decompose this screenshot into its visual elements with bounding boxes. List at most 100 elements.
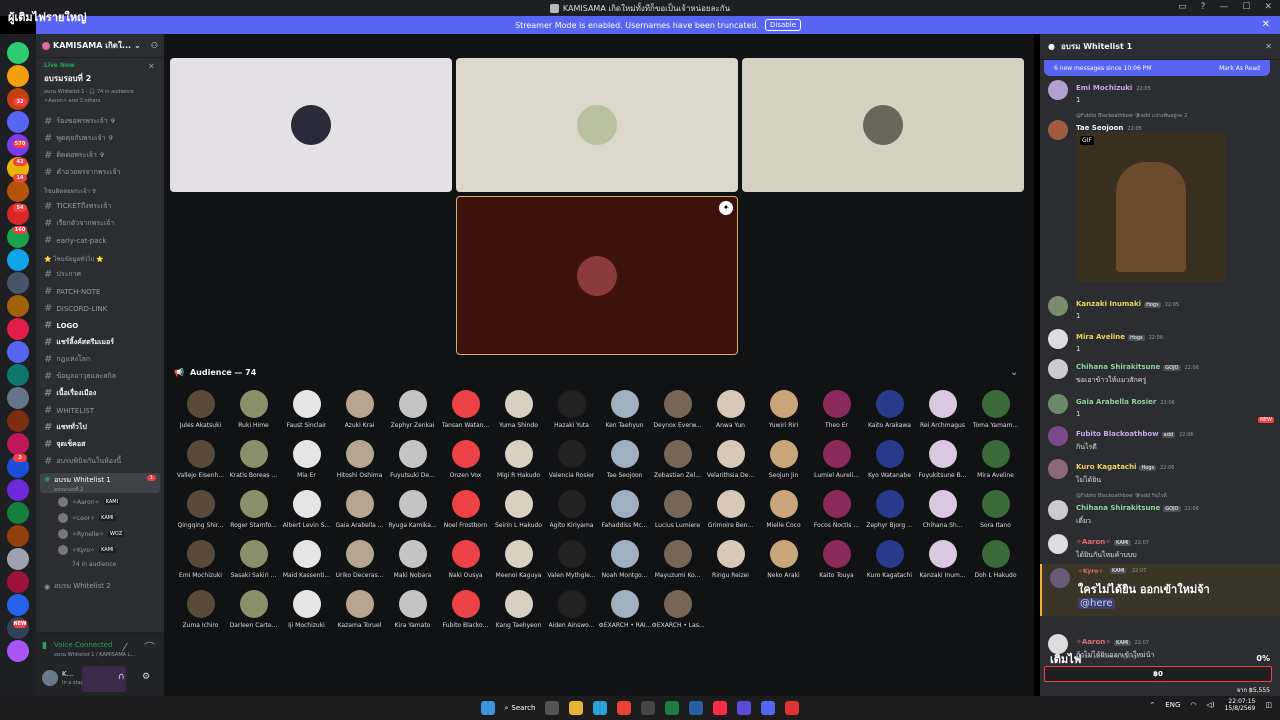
speaker-tile[interactable] xyxy=(170,58,452,192)
channel-item[interactable]: # early-cat-pack xyxy=(40,233,160,248)
audience-member[interactable]: Yuwiri Riri xyxy=(757,390,810,429)
audience-member[interactable]: Emi Mochizuki xyxy=(174,540,227,579)
close-button[interactable]: ✕ xyxy=(1264,2,1272,12)
audience-member[interactable]: Chihana Sh... xyxy=(916,490,969,529)
audience-member[interactable]: Darleen Carte... xyxy=(227,590,280,629)
audience-member[interactable]: Rei Archmagus xyxy=(916,390,969,429)
audience-member[interactable]: Fuyukitsune B... xyxy=(916,440,969,479)
gear-icon[interactable]: ⚙ xyxy=(142,672,150,682)
audience-member[interactable]: Aiden Ainswo... xyxy=(545,590,598,629)
avatar[interactable] xyxy=(1048,80,1068,100)
server-icon[interactable] xyxy=(7,295,29,317)
author-name[interactable]: Emi Mochizuki xyxy=(1076,84,1132,92)
close-icon[interactable]: ✕ xyxy=(148,62,155,71)
server-icon[interactable] xyxy=(7,364,29,386)
avatar[interactable] xyxy=(1048,296,1068,316)
audience-member[interactable]: Seirin L Hakudo xyxy=(492,490,545,529)
search-button[interactable]: ⌕ Search xyxy=(505,704,536,713)
audience-member[interactable]: Kaito Touya xyxy=(810,540,863,579)
lang-indicator[interactable]: ENG xyxy=(1165,701,1180,709)
speaker-tile[interactable] xyxy=(742,58,1024,192)
channel-item[interactable]: # WHITELIST xyxy=(40,403,160,418)
add-member-icon[interactable]: ⚇ xyxy=(151,41,158,50)
mark-read-button[interactable]: Mark As Read xyxy=(1219,65,1260,72)
audience-member[interactable]: Kratis Boreas ... xyxy=(227,440,280,479)
channel-item[interactable]: # อบรมพินิจกันในห้องนี้ xyxy=(40,454,160,469)
edge-icon[interactable] xyxy=(593,701,608,715)
channel-item[interactable]: # PATCH-NOTE xyxy=(40,284,160,299)
audience-member[interactable]: Faust Sinclair xyxy=(280,390,333,429)
audience-member[interactable]: Iji Mochizuki xyxy=(280,590,333,629)
audience-member[interactable]: Jules Akatsuki xyxy=(174,390,227,429)
audience-member[interactable]: Doh L Hakudo xyxy=(969,540,1022,579)
voice-channel-item[interactable]: ◉ อบรม Whitelist 2 xyxy=(40,579,160,594)
channel-item[interactable]: # DISCORD-LINK xyxy=(40,301,160,316)
author-name[interactable]: ✧Aaron✧ xyxy=(1076,638,1111,646)
audience-member[interactable]: Azuki Krai xyxy=(333,390,386,429)
audience-member[interactable]: Zuma Ichiro xyxy=(174,590,227,629)
avatar[interactable] xyxy=(1048,459,1068,479)
audience-member[interactable]: Toma Yamam... xyxy=(969,390,1022,429)
channel-category[interactable]: โซนติดต่อพระเจ้า ✞ xyxy=(44,186,97,196)
maximize-button[interactable]: ☐ xyxy=(1242,2,1250,12)
server-icon[interactable] xyxy=(7,594,29,616)
here-mention[interactable]: @here xyxy=(1078,598,1115,609)
server-icon[interactable] xyxy=(7,180,29,202)
channel-item[interactable]: # ข้อมูลอาวุธและสกิล xyxy=(40,369,160,384)
inbox-icon[interactable]: ▭ xyxy=(1178,2,1187,12)
avatar[interactable] xyxy=(1048,534,1068,554)
avatar[interactable] xyxy=(1048,329,1068,349)
audience-member[interactable]: Zephyr Zenkai xyxy=(386,390,439,429)
audience-member[interactable]: Hazaki Yuta xyxy=(545,390,598,429)
steam-icon[interactable] xyxy=(689,701,704,715)
voice-member[interactable]: ✧Leor✧ KAMI xyxy=(58,513,116,523)
author-name[interactable]: Chihana Shirakitsune xyxy=(1076,504,1160,512)
stage-title[interactable]: อบรมรอบที่ 2 xyxy=(44,72,91,85)
channel-item[interactable]: # คำอวยพรจากพระเจ้า xyxy=(40,165,160,180)
volume-icon[interactable]: ◁) xyxy=(1206,701,1214,709)
audience-member[interactable]: ⚙EXARCH • RAI... xyxy=(598,590,651,629)
audience-member[interactable]: Anwa Yun xyxy=(704,390,757,429)
audience-member[interactable]: Mira Aveline xyxy=(969,440,1022,479)
author-name[interactable]: Mira Aveline xyxy=(1076,333,1125,341)
audience-member[interactable]: Lumiel Aureli... xyxy=(810,440,863,479)
audience-member[interactable]: Valen Mythgle... xyxy=(545,540,598,579)
audience-member[interactable]: ⚙EXARCH • Las... xyxy=(651,590,704,629)
audience-member[interactable]: Hitoshi Oshima xyxy=(333,440,386,479)
reply-preview[interactable]: @Fubito Blackoathbow 🛡add แปรงฟันอยู่กด … xyxy=(1076,112,1187,120)
voice-channel-selected[interactable]: ◉ อบรม Whitelist 1 อบรมรอบที่ 2 1 xyxy=(40,473,160,493)
audience-member[interactable]: Migi R Hakudo xyxy=(492,440,545,479)
channel-item[interactable]: # กฎแห่งโลก xyxy=(40,352,160,367)
headset-icon[interactable]: ∩ xyxy=(118,672,125,682)
avatar[interactable] xyxy=(1048,426,1068,446)
chevron-up-icon[interactable]: ⌃ xyxy=(1149,701,1155,709)
audience-member[interactable]: Fubito Blacko... xyxy=(439,590,492,629)
new-messages-bar[interactable]: 6 new messages since 10:06 PM Mark As Re… xyxy=(1044,60,1270,76)
chevron-down-icon[interactable]: ⌄ xyxy=(1010,367,1018,378)
audience-member[interactable]: Focos Noctis ... xyxy=(810,490,863,529)
audience-member[interactable]: Neko Araki xyxy=(757,540,810,579)
audience-member[interactable]: Ken Taehyun xyxy=(598,390,651,429)
audience-member[interactable]: Qingqing Shir... xyxy=(174,490,227,529)
channel-item[interactable]: # เนื้อเรื่องเมือง xyxy=(40,386,160,401)
avatar[interactable] xyxy=(1048,120,1068,140)
audience-member[interactable]: Sora Itano xyxy=(969,490,1022,529)
author-name[interactable]: Tae Seojoon xyxy=(1076,124,1123,132)
author-name[interactable]: Kanzaki Inumaki xyxy=(1076,300,1141,308)
folder-icon[interactable] xyxy=(569,701,584,715)
audience-member[interactable]: Yuma Shindo xyxy=(492,390,545,429)
audience-member[interactable]: Kira Yamato xyxy=(386,590,439,629)
server-icon[interactable] xyxy=(7,525,29,547)
author-name[interactable]: Kuro Kagatachi xyxy=(1076,463,1136,471)
audience-member[interactable]: Kaito Arakawa xyxy=(863,390,916,429)
chrome-icon[interactable] xyxy=(617,701,632,715)
server-icon[interactable] xyxy=(7,318,29,340)
audience-member[interactable]: Velarithsia De... xyxy=(704,440,757,479)
discord-icon[interactable] xyxy=(761,701,776,715)
server-icon[interactable] xyxy=(7,387,29,409)
server-icon[interactable] xyxy=(7,341,29,363)
noise-icon[interactable]: ⁄ xyxy=(124,641,126,654)
server-icon[interactable] xyxy=(7,410,29,432)
server-icon[interactable] xyxy=(7,502,29,524)
audience-member[interactable]: Maki Nobara xyxy=(386,540,439,579)
